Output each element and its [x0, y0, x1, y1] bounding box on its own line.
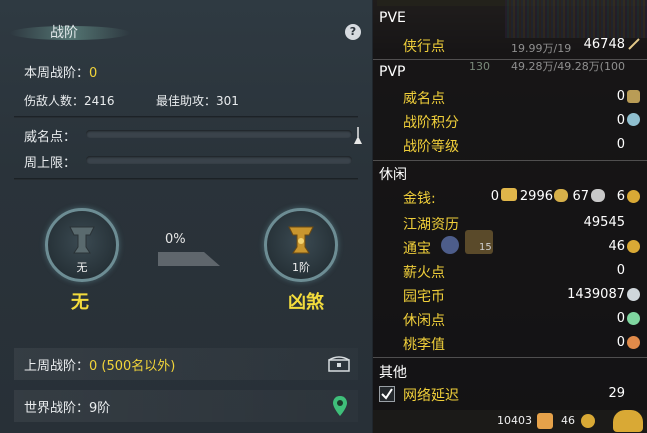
current-rank-emblem[interactable]: 无	[45, 208, 119, 282]
chest-icon[interactable]	[328, 356, 350, 372]
section-divider	[373, 357, 647, 358]
money-value: 6	[616, 189, 625, 204]
leisure-section-title: 休闲	[379, 167, 407, 183]
rank-panel: 战阶 ? 本周战阶：0 伤敌人数：2416 最佳助攻：301 威名点： 周上限：…	[0, 0, 372, 433]
pvp-item-value: 0	[616, 137, 625, 152]
rank-icon	[69, 226, 95, 254]
money-label: 金钱:	[403, 191, 436, 207]
pvp-item-value: 0	[616, 113, 625, 128]
copper-icon	[591, 189, 605, 202]
currency-panel: 19.99万/19 130 49.28万/49.28万(100 PVE 侠行点 …	[373, 0, 647, 433]
divider	[14, 116, 358, 118]
leisure-item-label: 薪火点	[403, 265, 445, 281]
rank-icon	[288, 226, 314, 254]
progress-arrow-icon	[158, 252, 220, 266]
kills-label: 伤敌人数：	[24, 94, 85, 108]
kills-value: 2416	[84, 94, 115, 108]
prestige-icon	[627, 90, 640, 103]
pve-item-value: 46748	[583, 37, 625, 52]
world-rank-value: 9阶	[89, 401, 111, 416]
pve-item-label: 侠行点	[403, 39, 445, 55]
sword-icon	[628, 38, 640, 50]
leisure-item-label: 桃李值	[403, 337, 445, 353]
bottom-value: 10403	[497, 414, 532, 427]
other-section-title: 其他	[379, 365, 407, 381]
weekly-cap-progress-bar	[86, 156, 352, 164]
gourd-icon	[627, 336, 640, 349]
last-week-rank-row: 上周战阶：0 (500名以外)	[14, 348, 358, 380]
money-value: 67	[572, 189, 589, 204]
leisure-item-value: 0	[616, 263, 625, 278]
prestige-progress-bar	[86, 130, 352, 138]
last-week-label: 上周战阶：	[24, 359, 90, 374]
next-rank-emblem[interactable]: 1阶	[264, 208, 338, 282]
silver-ingot-icon	[554, 189, 568, 202]
pvp-section-title: PVP	[379, 64, 406, 80]
orb-icon	[441, 236, 459, 254]
section-divider	[373, 59, 647, 60]
last-week-rank: 上周战阶：0 (500名以外)	[24, 355, 175, 374]
checkmark-icon	[381, 388, 393, 400]
tongbao-coin-icon	[627, 240, 640, 253]
leisure-item-label: 园宅币	[403, 289, 445, 305]
leisure-points-icon	[627, 312, 640, 325]
leisure-item-label: 通宝	[403, 241, 431, 257]
rank-progress-percent: 0%	[165, 232, 186, 247]
coin-icon	[581, 414, 595, 428]
weekly-rank-row: 本周战阶：0	[24, 62, 97, 81]
rank-points-icon	[627, 113, 640, 126]
help-button[interactable]: ?	[345, 24, 361, 40]
pvp-item-label: 战阶等级	[403, 139, 459, 155]
weekly-rank-label: 本周战阶：	[24, 66, 90, 81]
bg-text: 130	[469, 60, 490, 73]
prestige-label: 威名点：	[24, 130, 77, 145]
last-week-value: 0 (500名以外)	[89, 359, 176, 374]
best-assist-label: 最佳助攻：	[156, 94, 217, 108]
world-rank: 世界战阶：9阶	[24, 397, 110, 416]
next-rank-badge: 1阶	[292, 261, 310, 274]
item-count: 15	[479, 242, 492, 253]
pve-section-title: PVE	[379, 10, 406, 26]
kills-row: 伤敌人数：2416	[24, 92, 115, 109]
latency-value: 29	[608, 386, 625, 401]
leisure-item-value: 0	[616, 311, 625, 326]
gold-ingot-icon	[501, 188, 517, 201]
weekly-rank-value: 0	[89, 66, 98, 81]
section-divider	[373, 160, 647, 161]
latency-checkbox[interactable]	[379, 386, 395, 402]
location-pin-icon[interactable]	[332, 395, 348, 417]
leisure-item-value: 49545	[583, 215, 625, 230]
weekly-cap-label: 周上限：	[24, 156, 77, 171]
next-rank-name: 凶煞	[288, 292, 324, 313]
cap-marker-icon	[354, 127, 362, 144]
scroll-icon	[537, 413, 553, 429]
coin-icon	[627, 190, 640, 203]
panel-title: 战阶	[50, 25, 78, 41]
money-value: 2996	[519, 189, 553, 204]
money-value: 0	[490, 189, 499, 204]
leisure-item-value: 1439087	[567, 287, 625, 302]
world-rank-label: 世界战阶：	[24, 401, 90, 416]
pvp-item-label: 战阶积分	[403, 115, 459, 131]
panel-header: 战阶 ?	[0, 0, 372, 48]
latency-label: 网络延迟	[403, 388, 459, 404]
leisure-item-value: 46	[608, 239, 625, 254]
best-assist-row: 最佳助攻：301	[156, 92, 239, 109]
pvp-item-label: 威名点	[403, 91, 445, 107]
bottom-value: 46	[561, 414, 575, 427]
bg-text: 49.28万/49.28万(100	[511, 60, 625, 73]
house-coin-icon	[627, 288, 640, 301]
leisure-item-value: 0	[616, 335, 625, 350]
leisure-item-label: 江湖资历	[403, 217, 459, 233]
leisure-item-label: 休闲点	[403, 313, 445, 329]
divider	[14, 178, 358, 180]
world-rank-row: 世界战阶：9阶	[14, 390, 358, 422]
current-rank-name: 无	[71, 292, 89, 313]
gold-ingot-icon[interactable]	[613, 410, 643, 432]
pvp-item-value: 0	[616, 89, 625, 104]
best-assist-value: 301	[216, 94, 239, 108]
current-rank-badge: 无	[76, 261, 88, 274]
bottom-currency-bar: 10403 46	[373, 410, 647, 433]
